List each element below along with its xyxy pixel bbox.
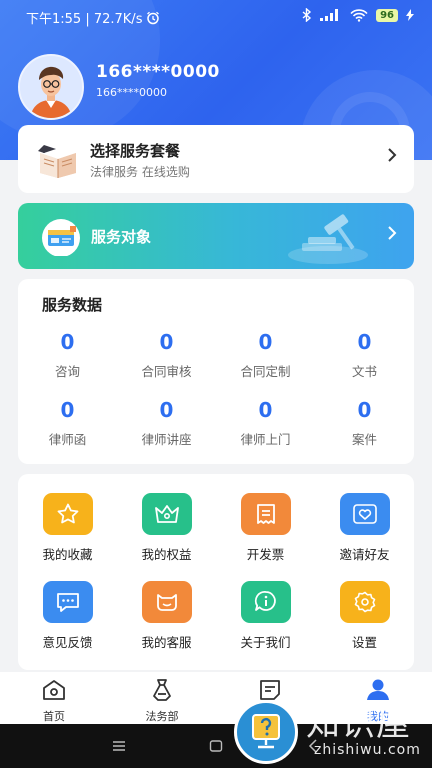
service-icon: [141, 581, 192, 623]
registered-mark: ®: [411, 707, 428, 727]
grid-item-label: 开发票: [246, 547, 285, 562]
chat-icon: [42, 581, 93, 623]
stat-label: 合同定制: [240, 364, 291, 379]
stat-value: 0: [258, 398, 273, 422]
grid-item-label: 我的客服: [141, 635, 192, 650]
stat-documents[interactable]: 0 文书: [315, 329, 414, 380]
grid-item-benefits[interactable]: 我的权益: [117, 493, 216, 563]
alarm-icon: [147, 11, 160, 24]
grid-item-settings[interactable]: 设置: [315, 581, 414, 651]
chevron-right-icon: [386, 147, 398, 167]
home-icon: [43, 680, 65, 700]
menu-icon[interactable]: [112, 740, 126, 752]
tab-label: 首页: [43, 710, 65, 723]
document-icon: [260, 680, 280, 700]
stat-label: 案件: [351, 432, 377, 447]
stat-label: 律师函: [48, 432, 87, 447]
home-button-icon[interactable]: [209, 740, 223, 752]
stat-label: 文书: [351, 364, 377, 379]
package-title: 选择服务套餐: [90, 142, 181, 160]
stat-consultation[interactable]: 0 咨询: [18, 329, 117, 380]
grid-item-label: 设置: [351, 635, 377, 650]
stats-title: 服务数据: [42, 296, 103, 314]
grid-item-label: 关于我们: [240, 635, 291, 650]
service-target-title: 服务对象: [91, 228, 152, 246]
watermark-title: 知识屋®: [306, 696, 428, 745]
stat-value: 0: [159, 398, 174, 422]
stat-label: 合同审核: [141, 364, 192, 379]
stat-lawyer-lecture[interactable]: 0 律师讲座: [117, 397, 216, 448]
service-package-card[interactable]: 选择服务套餐 法律服务 在线选购: [18, 125, 414, 193]
tab-label: 法务部: [145, 710, 179, 723]
question-screen-icon: [252, 714, 280, 749]
stat-value: 0: [159, 330, 174, 354]
grid-item-invoice[interactable]: 开发票: [216, 493, 315, 563]
invoice-icon: [240, 493, 291, 535]
stat-cases[interactable]: 0 案件: [315, 397, 414, 448]
bluetooth-icon: [302, 8, 312, 22]
grid-item-about[interactable]: 关于我们: [216, 581, 315, 651]
status-bar: 下午1:55 | 72.7K/s 96: [0, 0, 432, 34]
stat-value: 0: [357, 398, 372, 422]
info-icon: [240, 581, 291, 623]
watermark-domain: zhishiwu.com: [314, 742, 421, 758]
user-phone: 166****0000: [96, 86, 167, 99]
heart-icon: [339, 493, 390, 535]
watermark-logo: [234, 700, 298, 764]
stat-value: 0: [60, 398, 75, 422]
stat-lawyer-letter[interactable]: 0 律师函: [18, 397, 117, 448]
grid-item-label: 邀请好友: [339, 547, 390, 562]
avatar-illustration: [20, 56, 82, 118]
tab-home[interactable]: 首页: [0, 678, 108, 724]
stat-value: 0: [258, 330, 273, 354]
crown-icon: [141, 493, 192, 535]
battery-indicator: 96: [376, 8, 398, 22]
stat-label: 律师上门: [240, 432, 291, 447]
gavel-illustration: [280, 207, 376, 269]
stat-contract-custom[interactable]: 0 合同定制: [216, 329, 315, 380]
package-subtitle: 法律服务 在线选购: [90, 165, 190, 179]
gear-icon: [339, 581, 390, 623]
stat-label: 律师讲座: [141, 432, 192, 447]
stat-label: 咨询: [54, 364, 80, 379]
star-icon: [42, 493, 93, 535]
book-icon: [36, 139, 80, 183]
watermark-title-text: 知识屋: [306, 704, 411, 744]
service-target-card[interactable]: 服务对象: [18, 203, 414, 269]
stat-value: 0: [60, 330, 75, 354]
grid-item-support[interactable]: 我的客服: [117, 581, 216, 651]
grid-item-invite[interactable]: 邀请好友: [315, 493, 414, 563]
function-grid-card: 我的收藏 我的权益 开发票 邀请好友 意见反馈 我的客服 关于我们 设置: [18, 474, 414, 670]
grid-item-feedback[interactable]: 意见反馈: [18, 581, 117, 651]
user-name[interactable]: 166****0000: [96, 62, 220, 82]
department-icon: [153, 679, 171, 701]
avatar[interactable]: [18, 54, 84, 120]
grid-item-label: 我的收藏: [42, 547, 93, 562]
wifi-icon: [350, 8, 368, 22]
tab-legal-department[interactable]: 法务部: [108, 678, 216, 724]
status-time: 下午1:55 | 72.7K/s: [26, 12, 143, 27]
stat-value: 0: [357, 330, 372, 354]
charging-icon: [406, 9, 414, 21]
stat-contract-review[interactable]: 0 合同审核: [117, 329, 216, 380]
grid-item-label: 我的权益: [141, 547, 192, 562]
service-stats-card: 服务数据 0 咨询 0 合同审核 0 合同定制 0 文书 0 律师函 0 律师讲…: [18, 279, 414, 464]
stat-lawyer-visit[interactable]: 0 律师上门: [216, 397, 315, 448]
signal-icon: [320, 9, 339, 21]
chevron-right-icon: [386, 225, 398, 245]
id-card-icon: [40, 218, 82, 260]
grid-item-favorites[interactable]: 我的收藏: [18, 493, 117, 563]
grid-item-label: 意见反馈: [42, 635, 93, 650]
